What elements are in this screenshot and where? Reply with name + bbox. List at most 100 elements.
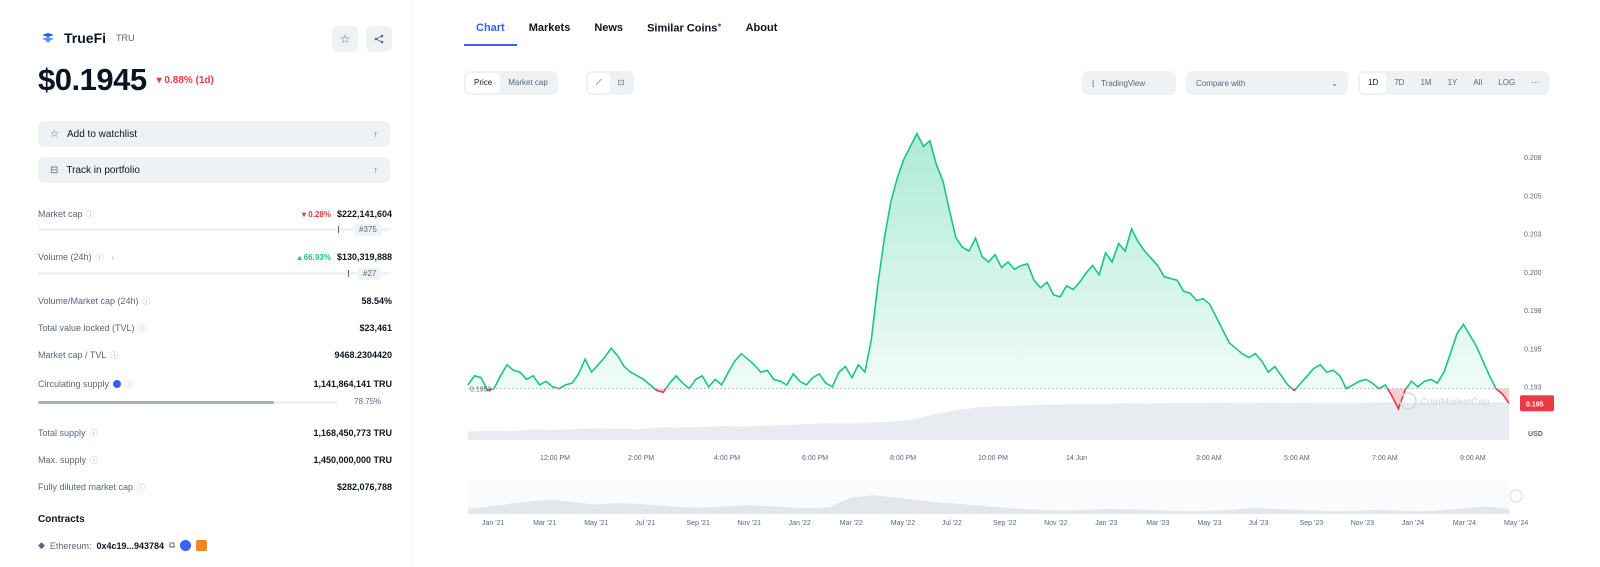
share-icon[interactable]: [366, 26, 392, 52]
explorer-icon[interactable]: [180, 540, 192, 551]
rank-marker: [338, 226, 339, 233]
y-tick-label: 0.198: [1524, 308, 1542, 315]
portfolio-label: Track in portfolio: [66, 164, 140, 176]
stat-value: 9468.2304420: [334, 350, 392, 360]
time-range-toggle: 1D 7D 1M 1Y All LOG ⋯: [1358, 71, 1550, 95]
stat-value: 58.54%: [361, 296, 392, 306]
stat-label: Market cap / TVL: [38, 350, 107, 360]
tab-markets[interactable]: Markets: [517, 20, 583, 46]
y-tick-label: 0.203: [1524, 232, 1542, 239]
rank-marker: [348, 270, 349, 277]
range-1y[interactable]: 1Y: [1440, 73, 1466, 93]
stat-vol-mcap: Volume/Market cap (24h) ⓘ 58.54%: [38, 293, 392, 309]
contract-network: Ethereum:: [49, 540, 92, 551]
price-toggle[interactable]: Price: [466, 73, 501, 93]
arrow-up-icon: ↑: [373, 129, 379, 139]
candle-chart-icon[interactable]: ⊡: [610, 73, 633, 93]
price-chart-svg: 0.1953 0.208 0.205 0.203 0.200 0.198 0.195 0.19…: [467, 131, 1554, 527]
market-cap-toggle[interactable]: Market cap: [500, 73, 556, 93]
price-chart[interactable]: 0.1953 0.208 0.205 0.203 0.200 0.198 0.195 0.19…: [464, 118, 1564, 558]
tradingview-icon: ⌊: [1092, 78, 1096, 88]
stat-fdv: Fully diluted market cap ⓘ $282,076,788: [38, 479, 392, 495]
contract-address[interactable]: 0x4c19...943784: [96, 541, 164, 551]
info-icon[interactable]: ⓘ: [96, 252, 104, 263]
tab-about[interactable]: About: [734, 20, 790, 46]
x-tick-label: 6:00 PM: [802, 455, 828, 462]
info-icon[interactable]: ⓘ: [125, 379, 133, 390]
price-row: $0.1945 ▾ 0.88% (1d): [38, 62, 214, 98]
watermark-text: CoinMarketCap: [1420, 397, 1490, 408]
x-tick-label: 9:00 AM: [1460, 455, 1486, 462]
x-tick-label: 10:00 PM: [978, 455, 1008, 462]
price-change: ▾ 0.88% (1d): [156, 74, 214, 86]
add-to-watchlist-button[interactable]: ☆ Add to watchlist ↑: [38, 121, 390, 147]
verified-icon: [113, 380, 122, 388]
info-icon[interactable]: ⓘ: [90, 455, 98, 466]
stat-change: ▾ 0.28%: [302, 209, 331, 219]
stat-value: $282,076,788: [336, 482, 392, 492]
y-tick-label: 0.200: [1524, 270, 1542, 277]
navigator-tick-label: Sep '22: [993, 520, 1017, 527]
tab-news[interactable]: News: [582, 20, 635, 46]
chart-type-toggle: Price Market cap: [464, 71, 558, 95]
stat-total-supply: Total supply ⓘ 1,168,450,773 TRU: [38, 425, 392, 441]
coin-name: TrueFi: [64, 30, 107, 46]
market-cap-rank-bar: [38, 226, 390, 233]
navigator-tick-label: Nov '21: [738, 520, 762, 527]
navigator-tick-label: Mar '22: [840, 520, 863, 527]
tab-similar-coins[interactable]: Similar Coins●: [635, 20, 734, 46]
log-toggle[interactable]: LOG: [1490, 73, 1523, 93]
compare-label: Compare with: [1196, 78, 1246, 88]
rank-badge: #27: [358, 268, 382, 280]
x-tick-label: 4:00 PM: [714, 455, 740, 462]
info-icon[interactable]: ⓘ: [110, 350, 118, 361]
truefi-logo-icon: [40, 30, 56, 46]
info-icon[interactable]: ⓘ: [137, 482, 145, 493]
info-icon[interactable]: ⓘ: [87, 209, 95, 220]
stat-circulating-supply: Circulating supply ⓘ 1,141,864,141 TRU: [38, 376, 392, 392]
track-portfolio-button[interactable]: ⊟ Track in portfolio ↑: [38, 157, 390, 183]
info-icon[interactable]: ⓘ: [143, 296, 151, 307]
volume-rank-bar: [38, 270, 390, 277]
range-7d[interactable]: 7D: [1386, 73, 1412, 93]
info-icon[interactable]: ⓘ: [139, 323, 147, 334]
coin-symbol: TRU: [116, 33, 135, 43]
rank-badge: #375: [354, 224, 382, 236]
new-dot-icon: ●: [717, 22, 722, 29]
stat-label: Fully diluted market cap: [38, 482, 134, 492]
chevron-down-icon: ⌄: [1331, 78, 1338, 88]
stat-value: 1,168,450,773 TRU: [313, 428, 392, 438]
navigator-tick-label: May '22: [891, 520, 915, 527]
line-chart-icon[interactable]: ⟋: [588, 73, 610, 93]
compare-dropdown[interactable]: Compare with ⌄: [1186, 71, 1348, 95]
tradingview-button[interactable]: ⌊ TradingView: [1082, 71, 1176, 95]
ethereum-icon: ◆: [38, 540, 45, 550]
star-icon[interactable]: ☆: [332, 26, 358, 52]
navigator-tick-label: Jan '23: [1095, 520, 1117, 527]
navigator-tick-label: Mar '21: [533, 520, 556, 527]
more-options-icon[interactable]: ⋯: [1523, 73, 1547, 93]
x-tick-label: 7:00 AM: [1372, 455, 1398, 462]
contracts-title: Contracts: [38, 514, 85, 525]
chevron-right-icon[interactable]: ›: [112, 253, 115, 262]
y-tick-label: 0.193: [1524, 385, 1542, 392]
range-1d[interactable]: 1D: [1360, 73, 1387, 93]
info-icon[interactable]: ⓘ: [90, 428, 98, 439]
navigator-tick-label: Jul '22: [942, 520, 962, 527]
circulating-supply-bar: [38, 401, 338, 404]
tab-chart[interactable]: Chart: [464, 20, 517, 46]
metamask-icon[interactable]: [196, 540, 208, 551]
range-all[interactable]: All: [1465, 73, 1490, 93]
range-1m[interactable]: 1M: [1412, 73, 1439, 93]
navigator-tick-label: Jan '24: [1402, 520, 1424, 527]
watchlist-label: Add to watchlist: [66, 128, 138, 140]
navigator-tick-label: Jul '23: [1249, 520, 1269, 527]
copy-icon[interactable]: ⧉: [169, 540, 175, 551]
navigator-tick-label: Jan '22: [789, 520, 811, 527]
navigator-tick-label: May '21: [584, 520, 608, 527]
stat-value: $222,141,604: [336, 209, 392, 219]
circulating-percent: 78.75%: [354, 397, 382, 406]
x-tick-label: 2:00 PM: [628, 455, 654, 462]
currency-label: USD: [1528, 431, 1543, 438]
y-tick-label: 0.195: [1524, 346, 1542, 353]
